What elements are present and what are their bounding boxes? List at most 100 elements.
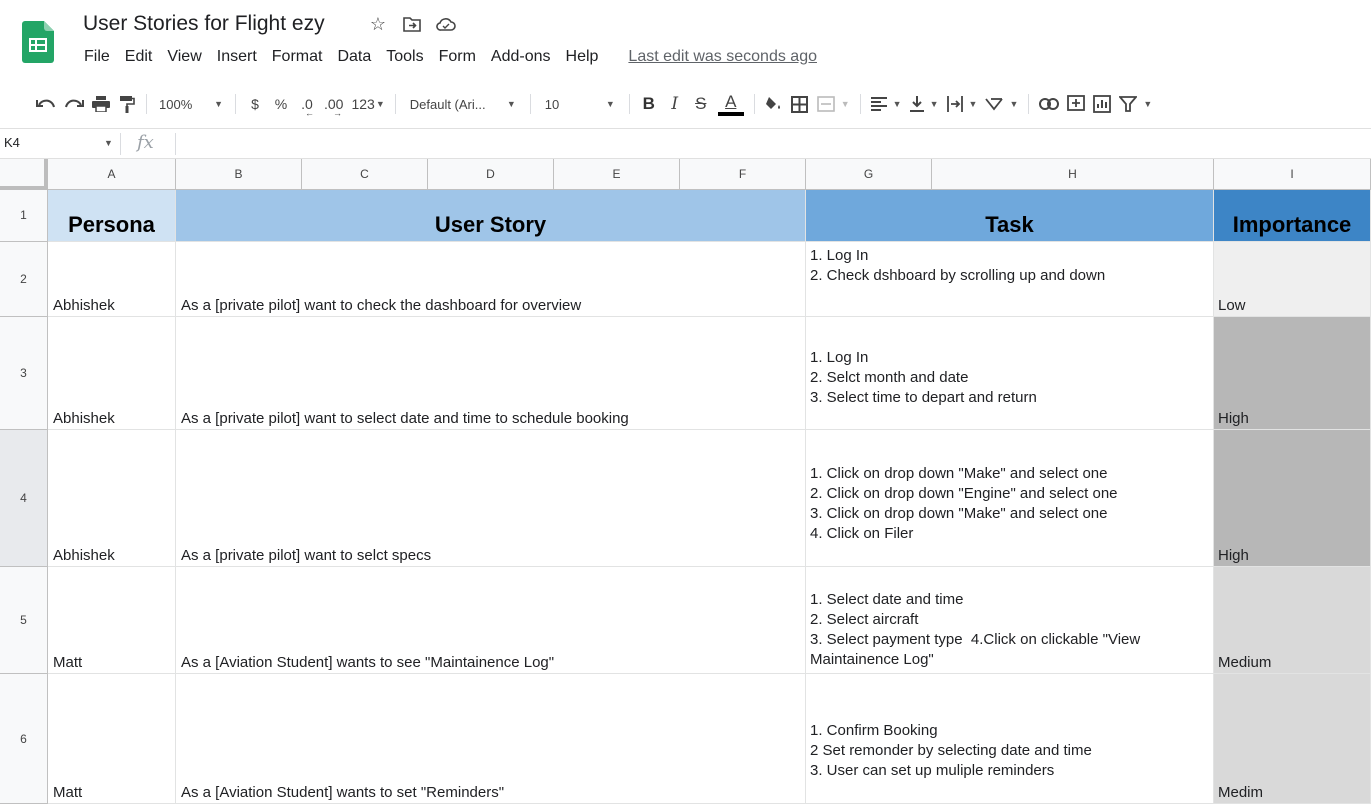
persona-cell[interactable]: Abhishek: [48, 242, 176, 317]
header-user-story-cell[interactable]: User Story: [176, 190, 806, 242]
user-story-cell[interactable]: As a [private pilot] want to select date…: [176, 317, 806, 430]
strikethrough-button[interactable]: S: [688, 90, 714, 118]
menu-help[interactable]: Help: [563, 48, 602, 66]
horizontal-align-icon[interactable]: ▼: [867, 90, 906, 118]
cloud-status-icon[interactable]: [436, 13, 456, 35]
row-header-6[interactable]: 6: [0, 674, 48, 804]
borders-icon[interactable]: [787, 90, 813, 118]
task-cell[interactable]: 1. Log In 2. Check dshboard by scrolling…: [806, 242, 1214, 317]
menu-add-ons[interactable]: Add-ons: [488, 48, 554, 66]
insert-chart-icon[interactable]: [1089, 90, 1115, 118]
row-header-1[interactable]: 1: [0, 190, 48, 242]
chevron-down-icon: ▼: [375, 99, 385, 109]
row-header-5[interactable]: 5: [0, 567, 48, 674]
column-header-e[interactable]: E: [554, 159, 680, 190]
header-persona-cell[interactable]: Persona: [48, 190, 176, 242]
select-all-corner[interactable]: [0, 159, 48, 190]
vertical-align-icon[interactable]: ▼: [906, 90, 943, 118]
text-color-button[interactable]: A: [714, 90, 748, 118]
fx-icon: fx: [137, 132, 154, 153]
redo-icon[interactable]: [60, 90, 88, 118]
spreadsheet-grid: A B C D E F G H I 1 Persona User Story T…: [0, 159, 1371, 807]
importance-text: Medium: [1218, 654, 1272, 671]
column-header-i[interactable]: I: [1214, 159, 1371, 190]
column-header-c[interactable]: C: [302, 159, 428, 190]
importance-cell[interactable]: High: [1214, 430, 1371, 567]
bold-button[interactable]: B: [636, 90, 662, 118]
task-cell[interactable]: 1. Select date and time 2. Select aircra…: [806, 567, 1214, 674]
column-header-f[interactable]: F: [680, 159, 806, 190]
menu-bar: File Edit View Insert Format Data Tools …: [81, 48, 817, 66]
insert-comment-icon[interactable]: [1063, 90, 1089, 118]
chevron-down-icon: ▼: [1009, 99, 1019, 109]
menu-view[interactable]: View: [164, 48, 204, 66]
toolbar-divider: [529, 94, 531, 114]
user-story-cell[interactable]: As a [Aviation Student] wants to set "Re…: [176, 674, 806, 804]
text-wrapping-icon[interactable]: ▼: [943, 90, 982, 118]
menu-format[interactable]: Format: [269, 48, 326, 66]
zoom-select[interactable]: 100% ▼: [153, 90, 229, 118]
document-title[interactable]: User Stories for Flight ezy: [83, 12, 325, 36]
menu-tools[interactable]: Tools: [383, 48, 426, 66]
header-task-cell[interactable]: Task: [806, 190, 1214, 242]
importance-cell[interactable]: Medium: [1214, 567, 1371, 674]
header-importance-cell[interactable]: Importance: [1214, 190, 1371, 242]
font-family-value: Default (Ari...: [409, 96, 486, 112]
column-header-g[interactable]: G: [806, 159, 932, 190]
formula-divider: [175, 133, 176, 155]
column-header-h[interactable]: H: [932, 159, 1214, 190]
filter-icon[interactable]: ▼: [1115, 90, 1156, 118]
font-size-value: 10: [544, 96, 560, 112]
menu-file[interactable]: File: [81, 48, 113, 66]
user-story-cell[interactable]: As a [private pilot] want to selct specs: [176, 430, 806, 567]
row-header-4[interactable]: 4: [0, 430, 48, 567]
menu-edit[interactable]: Edit: [122, 48, 156, 66]
importance-cell[interactable]: Medim: [1214, 674, 1371, 804]
task-cell[interactable]: 1. Confirm Booking 2 Set remonder by sel…: [806, 674, 1214, 804]
font-size-select[interactable]: 10 ▼: [537, 90, 623, 118]
importance-cell[interactable]: High: [1214, 317, 1371, 430]
importance-text: High: [1218, 410, 1249, 427]
fill-color-icon[interactable]: [761, 90, 787, 118]
column-header-a[interactable]: A: [48, 159, 176, 190]
persona-text: Abhishek: [53, 547, 115, 564]
persona-text: Abhishek: [53, 297, 115, 314]
persona-cell[interactable]: Matt: [48, 567, 176, 674]
font-family-select[interactable]: Default (Ari... ▼: [402, 90, 524, 118]
print-icon[interactable]: [88, 90, 114, 118]
increase-decimal-button[interactable]: .00 →: [320, 90, 347, 118]
italic-button[interactable]: I: [662, 90, 688, 118]
insert-link-icon[interactable]: [1035, 90, 1063, 118]
column-header-b[interactable]: B: [176, 159, 302, 190]
task-cell[interactable]: 1. Click on drop down "Make" and select …: [806, 430, 1214, 567]
importance-cell[interactable]: Low: [1214, 242, 1371, 317]
persona-cell[interactable]: Abhishek: [48, 430, 176, 567]
toolbar-divider: [394, 94, 396, 114]
menu-data[interactable]: Data: [334, 48, 374, 66]
user-story-cell[interactable]: As a [Aviation Student] wants to see "Ma…: [176, 567, 806, 674]
persona-cell[interactable]: Abhishek: [48, 317, 176, 430]
chevron-down-icon[interactable]: ▼: [104, 138, 113, 148]
decrease-decimal-button[interactable]: .0 ←: [294, 90, 320, 118]
column-header-d[interactable]: D: [428, 159, 554, 190]
row-header-2[interactable]: 2: [0, 242, 48, 317]
text-rotation-icon[interactable]: ▼: [981, 90, 1022, 118]
name-box[interactable]: K4: [4, 135, 20, 150]
sheets-logo-icon[interactable]: [22, 21, 54, 63]
more-formats-select[interactable]: 123 ▼: [347, 90, 388, 118]
paint-format-icon[interactable]: [114, 90, 140, 118]
menu-form[interactable]: Form: [436, 48, 479, 66]
star-icon[interactable]: ☆: [368, 13, 388, 35]
format-currency-button[interactable]: $: [242, 90, 268, 118]
undo-icon[interactable]: [32, 90, 60, 118]
user-story-text: As a [Aviation Student] wants to see "Ma…: [181, 654, 555, 671]
menu-insert[interactable]: Insert: [214, 48, 260, 66]
task-cell[interactable]: 1. Log In 2. Selct month and date 3. Sel…: [806, 317, 1214, 430]
persona-cell[interactable]: Matt: [48, 674, 176, 804]
move-to-folder-icon[interactable]: [402, 13, 422, 35]
merge-cells-icon[interactable]: ▼: [813, 90, 854, 118]
user-story-cell[interactable]: As a [private pilot] want to check the d…: [176, 242, 806, 317]
format-percent-button[interactable]: %: [268, 90, 294, 118]
last-edit-link[interactable]: Last edit was seconds ago: [628, 48, 817, 66]
row-header-3[interactable]: 3: [0, 317, 48, 430]
